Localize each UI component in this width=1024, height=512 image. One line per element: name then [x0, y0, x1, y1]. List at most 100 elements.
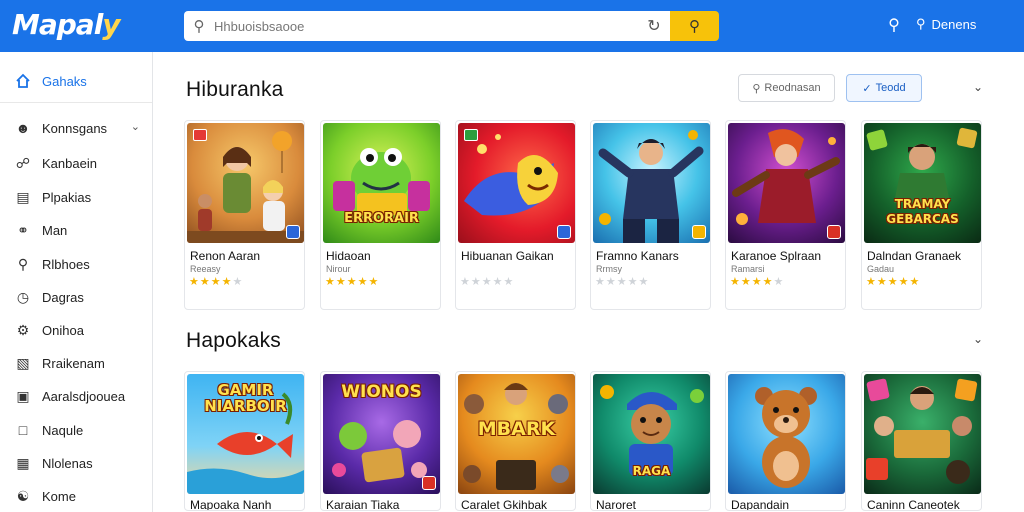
gear-icon: ⚙ — [16, 321, 30, 338]
search-icon: ⚲ — [916, 16, 926, 31]
sidebar-item-label: Naqule — [42, 422, 84, 438]
top-bar: Mapaly ⚲ ↻ ⚲ ⚲ ⚲ Denens — [0, 0, 1024, 52]
game-publisher: Gadau — [867, 264, 895, 274]
game-title: Mapoaka Nanh — [190, 498, 272, 511]
sidebar-item-label: Man — [42, 222, 68, 238]
main-content: Hiburanka ⚲ Reodnasan ✓ Teodd ⌄ Renon Aara… — [153, 52, 1024, 512]
refresh-icon[interactable]: ↻ — [638, 16, 670, 36]
sidebar-item-label: Gahaks — [42, 73, 87, 89]
sidebar-item-8[interactable]: ▧ Rraikenam — [0, 348, 152, 378]
login-button[interactable]: ⚲ Denens — [916, 16, 976, 32]
game-card[interactable]: MBARK Caralet Gkihbak — [455, 371, 576, 511]
game-publisher: Nirour — [326, 264, 351, 274]
game-title: Renon Aaran — [190, 249, 261, 263]
game-art-title: ERRORAIR — [344, 211, 419, 226]
badge-icon — [422, 476, 436, 490]
game-title: Caralet Gkihbak — [461, 498, 548, 511]
sidebar-item-6[interactable]: ◷ Dagras — [0, 282, 152, 312]
logo-text: Mapal — [12, 8, 103, 41]
rating-stars: ★★★★★ — [866, 276, 921, 288]
game-card[interactable]: Caninn Caneotek — [861, 371, 982, 511]
game-thumbnail: WIONOS — [323, 374, 440, 494]
sidebar-item-12[interactable]: ☯ Kome — [0, 481, 152, 511]
sidebar-item-5[interactable]: ⚲ Rlbhoes — [0, 249, 152, 279]
award-icon — [193, 129, 207, 141]
rating-stars: ★★★★★ — [730, 276, 785, 288]
person-icon: ☻ — [15, 120, 31, 136]
login-label: Denens — [931, 16, 977, 32]
sidebar-item-label: Dagras — [42, 289, 84, 305]
filter-label: Reodnasan — [764, 82, 821, 94]
chevron-down-icon[interactable]: ⌄ — [973, 332, 983, 346]
search-input[interactable] — [214, 12, 638, 40]
game-art-title: WIONOS — [341, 382, 422, 402]
sidebar-item-label: Nlolenas — [42, 455, 93, 471]
sidebar-item-10[interactable]: □ Naqule — [0, 415, 152, 445]
notification-icon[interactable]: ⚲ — [884, 15, 904, 35]
badge-icon — [692, 225, 706, 239]
game-card[interactable]: Dapandain — [725, 371, 846, 511]
search-icon: ⚲ — [752, 82, 761, 95]
filter-button-active[interactable]: ✓ Teodd — [846, 74, 922, 102]
sidebar-item-3[interactable]: ▤ Plpakias — [0, 182, 152, 212]
badge-icon — [557, 225, 571, 239]
game-art-title: GAMIR NIARBOIR — [204, 381, 287, 415]
game-publisher: Ramarsi — [731, 264, 765, 274]
link-icon: ☍ — [15, 154, 31, 171]
filter-button[interactable]: ⚲ Reodnasan — [738, 74, 835, 102]
sidebar-item-4[interactable]: ⚭ Man — [0, 215, 152, 245]
game-card[interactable]: TRAMAY GEBARCAS Dalndan Granaek Gadau ★★… — [861, 120, 982, 310]
home-icon — [14, 72, 32, 90]
app-logo[interactable]: Mapaly — [12, 8, 121, 41]
game-card[interactable]: ERRORAIR Hidaoan Nirour ★★★★★ — [320, 120, 441, 310]
card-icon: ▣ — [16, 387, 30, 404]
game-card[interactable]: Hibuanan Gaikan ★★★★★ — [455, 120, 576, 310]
chevron-down-icon[interactable]: ⌄ — [973, 80, 983, 94]
sidebar-item-2[interactable]: ☍ Kanbaein — [0, 148, 152, 178]
game-thumbnail — [728, 374, 845, 494]
game-thumbnail — [187, 123, 304, 243]
section-title: Hapokaks — [186, 329, 281, 352]
sidebar-item-9[interactable]: ▣ Aaralsdjoouea — [0, 381, 152, 411]
game-title: Framno Kanars — [596, 249, 679, 263]
game-card[interactable]: WIONOS Karaian Tiaka — [320, 371, 441, 511]
game-thumbnail: RAGA — [593, 374, 710, 494]
game-card[interactable]: RAGA Naroret — [590, 371, 711, 511]
game-art-title: RAGA — [632, 464, 671, 478]
rating-stars: ★★★★★ — [189, 276, 244, 288]
game-card[interactable]: Renon Aaran Reeasy ★★★★★ — [184, 120, 305, 310]
document-icon: ▤ — [16, 188, 30, 205]
sidebar-item-home[interactable]: Gahaks — [0, 66, 152, 96]
sidebar-item-label: Kanbaein — [42, 155, 97, 171]
sidebar-item-label: Konnsgans — [42, 120, 108, 136]
game-title: Hidaoan — [326, 249, 371, 263]
rating-stars: ★★★★★ — [460, 276, 515, 288]
search-icon: ⚲ — [17, 255, 29, 272]
chevron-down-icon[interactable]: ⌄ — [131, 120, 140, 133]
sidebar-item-label: Onihoa — [42, 322, 84, 338]
chart-icon: ▧ — [16, 354, 30, 371]
game-card[interactable]: GAMIR NIARBOIR Mapoaka Nanh — [184, 371, 305, 511]
clock-icon: ◷ — [16, 288, 30, 305]
game-title: Karaian Tiaka — [326, 498, 400, 511]
search-button[interactable]: ⚲ — [670, 11, 719, 41]
game-publisher: Reeasy — [190, 264, 221, 274]
sidebar-item-label: Rlbhoes — [42, 256, 90, 272]
filter-label: Teodd — [875, 82, 906, 94]
game-title: Caninn Caneotek — [867, 498, 960, 511]
game-thumbnail: ERRORAIR — [323, 123, 440, 243]
sidebar-item-1[interactable]: ☻ Konnsgans ⌄ — [0, 113, 152, 143]
logo-accent: y — [102, 8, 120, 41]
game-thumbnail: TRAMAY GEBARCAS — [864, 123, 981, 243]
sidebar-item-7[interactable]: ⚙ Onihoa — [0, 315, 152, 345]
game-card[interactable]: Karanoe Splraan Ramarsi ★★★★★ — [725, 120, 846, 310]
game-art-title: TRAMAY GEBARCAS — [886, 197, 959, 226]
sidebar-item-11[interactable]: ▦ Nlolenas — [0, 448, 152, 478]
game-card[interactable]: Framno Kanars Rrmsy ★★★★★ — [590, 120, 711, 310]
sidebar-item-label: Plpakias — [42, 189, 92, 205]
sidebar-item-label: Kome — [42, 488, 76, 504]
award-icon — [464, 129, 478, 141]
search-bar: ⚲ ↻ — [184, 11, 670, 41]
badge-icon — [286, 225, 300, 239]
game-title: Dalndan Granaek — [867, 249, 962, 263]
